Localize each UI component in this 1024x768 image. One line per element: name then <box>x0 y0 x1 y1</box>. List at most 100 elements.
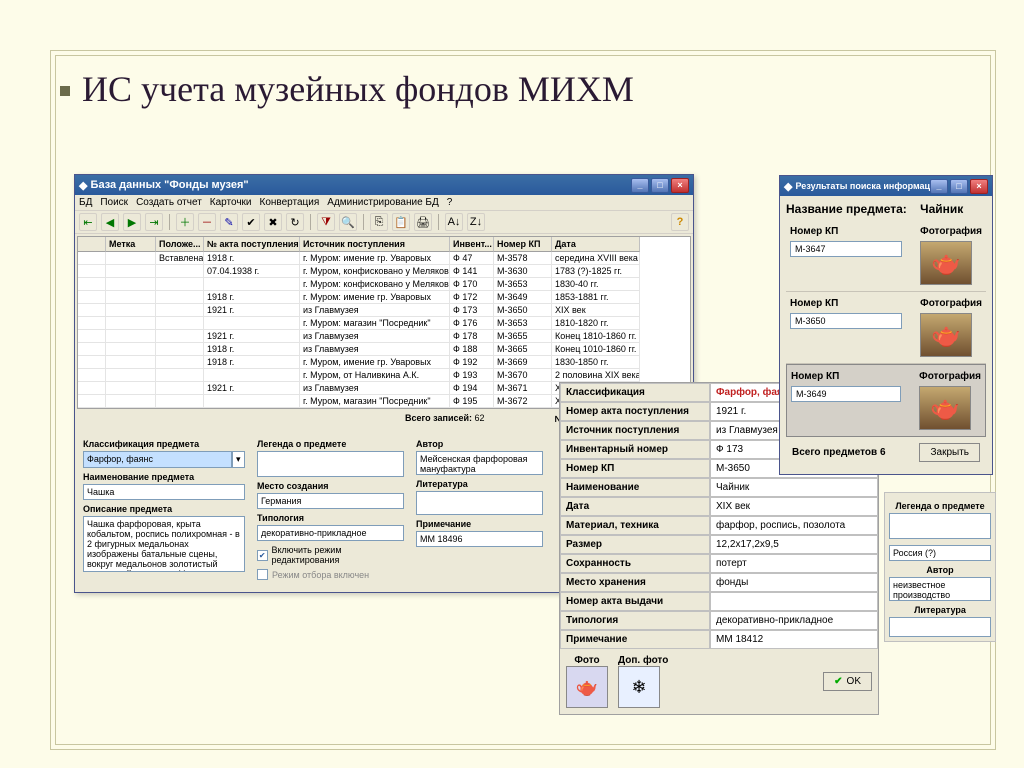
photo-label: Фотография <box>920 298 982 309</box>
col-kp[interactable]: Номер КП <box>494 237 552 252</box>
table-cell: из Главмузея <box>300 304 450 317</box>
menu-admin[interactable]: Администрирование БД <box>327 197 438 208</box>
table-cell: 1783 (?)-1825 гг. <box>552 265 640 278</box>
desc-textarea[interactable]: Чашка фарфоровая, крыта кобальтом, роспи… <box>83 516 245 572</box>
menu-cards[interactable]: Карточки <box>210 197 252 208</box>
table-cell <box>156 343 204 356</box>
typology-input[interactable]: декоративно-прикладное <box>257 525 404 541</box>
tool-del-icon[interactable]: － <box>198 213 216 231</box>
menu-help[interactable]: ? <box>447 197 453 208</box>
tool-add-icon[interactable]: ＋ <box>176 213 194 231</box>
detail-row: Номер акта выдачи <box>560 592 878 611</box>
result-photo[interactable]: 🫖 <box>919 386 971 430</box>
table-cell: Ф 178 <box>450 330 494 343</box>
tool-copy-icon[interactable]: ⎘ <box>370 213 388 231</box>
table-row[interactable]: 1921 г.из ГлавмузеяФ 173М-3650XIX век <box>78 304 690 317</box>
maximize-button[interactable]: □ <box>651 178 669 193</box>
tool-edit-icon[interactable]: ✎ <box>220 213 238 231</box>
table-row[interactable]: 07.04.1938 г.г. Муром, конфисковано у Ме… <box>78 265 690 278</box>
tool-sort-z-icon[interactable]: Z↓ <box>467 213 485 231</box>
place-input[interactable]: Германия <box>257 493 404 509</box>
ok-button[interactable]: ✔OK <box>823 672 872 691</box>
ls-legend-label: Легенда о предмете <box>889 501 991 511</box>
table-row[interactable]: г. Муром: магазин "Посредник"Ф 176М-3653… <box>78 317 690 330</box>
legend-input[interactable] <box>257 451 404 477</box>
tool-last-icon[interactable]: ⇥ <box>145 213 163 231</box>
col-pos[interactable]: Положе... <box>156 237 204 252</box>
menu-convert[interactable]: Конвертация <box>260 197 320 208</box>
ls-author-input[interactable]: неизвестное производство <box>889 577 991 601</box>
result-row[interactable]: Номер КПМ-3650Фотография🫖 <box>786 292 986 364</box>
tool-print-icon[interactable]: 🖨 <box>414 213 432 231</box>
table-row[interactable]: 1918 г.из ГлавмузеяФ 188М-3665Конец 1010… <box>78 343 690 356</box>
result-row[interactable]: Номер КПМ-3647Фотография🫖 <box>786 220 986 292</box>
name-input[interactable]: Чашка <box>83 484 245 500</box>
detail-label: Материал, техника <box>560 516 710 535</box>
table-row[interactable]: г. Муром: конфисковано у МеляковаФ 170М-… <box>78 278 690 291</box>
table-cell <box>106 278 156 291</box>
col-metka[interactable]: Метка <box>106 237 156 252</box>
tool-save-icon[interactable]: ✔ <box>242 213 260 231</box>
photo2-thumb[interactable]: ❄ <box>618 666 660 708</box>
class-input[interactable]: Фарфор, фаянс <box>83 451 232 468</box>
result-photo[interactable]: 🫖 <box>920 241 972 285</box>
col-mark[interactable] <box>78 237 106 252</box>
result-row[interactable]: Номер КПМ-3649Фотография🫖 <box>786 364 986 437</box>
table-cell: М-3653 <box>494 278 552 291</box>
tool-sort-a-icon[interactable]: A↓ <box>445 213 463 231</box>
ls-legend-input[interactable] <box>889 513 991 539</box>
table-row[interactable]: Вставлена1918 г.г. Муром: имение гр. Ува… <box>78 252 690 265</box>
lit-input[interactable] <box>416 491 543 515</box>
table-row[interactable]: 1918 г.г. Муром, имение гр. УваровыхФ 19… <box>78 356 690 369</box>
menu-report[interactable]: Создать отчет <box>136 197 202 208</box>
note-input[interactable]: ММ 18496 <box>416 531 543 547</box>
tool-cancel-icon[interactable]: ✖ <box>264 213 282 231</box>
result-photo[interactable]: 🫖 <box>920 313 972 357</box>
menu-db[interactable]: БД <box>79 197 92 208</box>
tool-refresh-icon[interactable]: ↻ <box>286 213 304 231</box>
tool-find-icon[interactable]: 🔍 <box>339 213 357 231</box>
tool-first-icon[interactable]: ⇤ <box>79 213 97 231</box>
tool-paste-icon[interactable]: 📋 <box>392 213 410 231</box>
table-cell <box>106 343 156 356</box>
menu-search[interactable]: Поиск <box>100 197 128 208</box>
tool-filter-icon[interactable]: ⧩ <box>317 213 335 231</box>
res-total-value: 6 <box>880 447 886 458</box>
table-cell <box>78 265 106 278</box>
author-input[interactable]: Мейсенская фарфоровая мануфактура <box>416 451 543 475</box>
detail-value: потерт <box>710 554 878 573</box>
results-min-button[interactable]: _ <box>930 179 948 194</box>
photo-label: Фотография <box>920 226 982 237</box>
table-row[interactable]: 1921 г.из ГлавмузеяФ 178М-3655Конец 1810… <box>78 330 690 343</box>
tool-next-icon[interactable]: ▶ <box>123 213 141 231</box>
table-cell <box>78 356 106 369</box>
table-cell <box>156 278 204 291</box>
detail-value: 12,2х17,2х9,5 <box>710 535 878 554</box>
edit-mode-checkbox[interactable]: ✔ Включить режим редактирования <box>257 545 404 565</box>
class-dropdown-icon[interactable]: ▾ <box>232 451 245 468</box>
photo-thumb[interactable]: 🫖 <box>566 666 608 708</box>
menubar: БД Поиск Создать отчет Карточки Конверта… <box>75 195 693 211</box>
col-date[interactable]: Дата <box>552 237 640 252</box>
ls-country-input[interactable]: Россия (?) <box>889 545 991 561</box>
results-titlebar[interactable]: ◆ Результаты поиска информации о музейно… <box>780 176 992 196</box>
table-row[interactable]: г. Муром, от Наливкина А.К.Ф 193М-36702 … <box>78 369 690 382</box>
col-source[interactable]: Источник поступления <box>300 237 450 252</box>
results-close-button[interactable]: × <box>970 179 988 194</box>
results-max-button[interactable]: □ <box>950 179 968 194</box>
main-titlebar[interactable]: ◆ База данных "Фонды музея" _ □ × <box>75 175 693 195</box>
col-inv[interactable]: Инвент... <box>450 237 494 252</box>
table-row[interactable]: 1918 г.г. Муром: имение гр. УваровыхФ 17… <box>78 291 690 304</box>
tool-info-icon[interactable]: ? <box>671 213 689 231</box>
photo-label: Фото <box>566 655 608 666</box>
close-button[interactable]: × <box>671 178 689 193</box>
ls-lit-input[interactable] <box>889 617 991 637</box>
left-panel: Классификация предмета Фарфор, фаянс▾ На… <box>79 431 249 588</box>
table-cell <box>156 317 204 330</box>
results-close-btn[interactable]: Закрыть <box>919 443 980 462</box>
minimize-button[interactable]: _ <box>631 178 649 193</box>
table-cell: М-3665 <box>494 343 552 356</box>
tool-prev-icon[interactable]: ◀ <box>101 213 119 231</box>
col-act[interactable]: № акта поступления <box>204 237 300 252</box>
slide-title: ИС учета музейных фондов МИХМ <box>82 68 634 110</box>
